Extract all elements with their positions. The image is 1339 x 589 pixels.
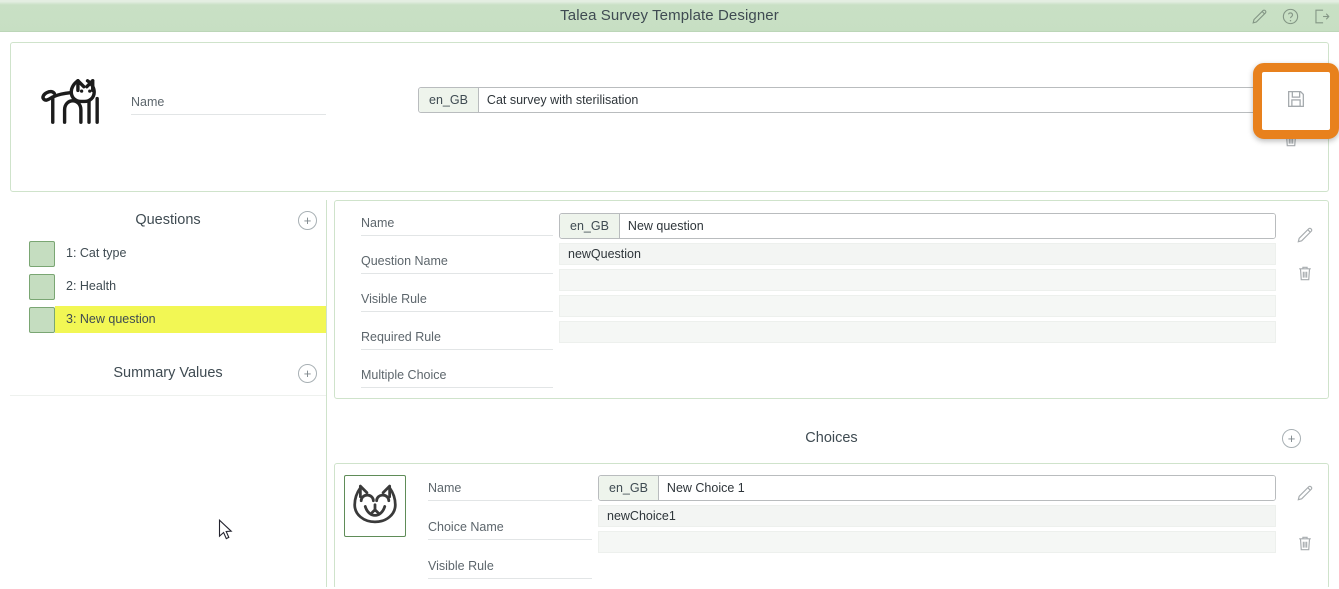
logout-icon[interactable] bbox=[1312, 7, 1331, 26]
cat-logo-icon bbox=[25, 55, 113, 142]
multiple-choice-value[interactable] bbox=[559, 321, 1276, 343]
questions-title: Questions bbox=[135, 212, 201, 228]
choice-1-actions bbox=[1282, 473, 1328, 579]
body-split: Questions + 1: Cat type 2: Health 3: New… bbox=[10, 200, 1329, 587]
survey-name-field-col: en_GB Cat survey with sterilisation bbox=[418, 87, 1258, 113]
choice-name-input[interactable]: en_GB New Choice 1 bbox=[598, 475, 1276, 501]
sidebar-item-question-2[interactable]: 2: Health bbox=[10, 273, 326, 300]
survey-name-input[interactable]: en_GB Cat survey with sterilisation bbox=[418, 87, 1258, 113]
choice-name-value[interactable]: New Choice 1 bbox=[658, 476, 1275, 500]
survey-name-value[interactable]: Cat survey with sterilisation bbox=[478, 88, 1257, 112]
page-title: Talea Survey Template Designer bbox=[560, 7, 779, 24]
summary-values-section-header: Summary Values + bbox=[10, 353, 326, 393]
summary-values-title: Summary Values bbox=[113, 365, 223, 381]
happy-cat-face-icon bbox=[349, 478, 401, 535]
choice-visible-rule-label: Visible Rule bbox=[428, 559, 592, 579]
question-name-label: Name bbox=[361, 216, 553, 236]
save-button[interactable] bbox=[1253, 63, 1339, 139]
trash-icon[interactable] bbox=[1295, 533, 1315, 553]
help-icon[interactable] bbox=[1281, 7, 1300, 26]
mouse-cursor bbox=[218, 518, 234, 542]
question-label[interactable]: 1: Cat type bbox=[55, 240, 326, 267]
question-panel: Name Question Name Visible Rule Required… bbox=[334, 200, 1329, 399]
choice-card-1: Name Choice Name Visible Rule en_GB New … bbox=[334, 463, 1329, 587]
choice-1-fields: en_GB New Choice 1 newChoice1 bbox=[592, 473, 1282, 579]
question-name-input[interactable]: en_GB New question bbox=[559, 213, 1276, 239]
choice-identifier-value[interactable]: newChoice1 bbox=[598, 505, 1276, 527]
sidebar-item-question-3[interactable]: 3: New question bbox=[10, 306, 326, 333]
add-choice-button[interactable]: + bbox=[1282, 428, 1301, 448]
survey-name-label-col: Name bbox=[131, 95, 326, 115]
add-question-button[interactable]: + bbox=[298, 210, 317, 230]
save-floppy-icon bbox=[1285, 88, 1307, 115]
choice-identifier-label: Choice Name bbox=[428, 520, 592, 540]
required-rule-label: Required Rule bbox=[361, 330, 553, 350]
locale-tag: en_GB bbox=[599, 476, 659, 500]
add-summary-value-button[interactable]: + bbox=[298, 363, 317, 383]
edit-pencil-icon[interactable] bbox=[1295, 225, 1315, 245]
question-color-swatch bbox=[29, 240, 55, 267]
questions-section-header: Questions + bbox=[10, 200, 326, 240]
multiple-choice-label: Multiple Choice bbox=[361, 368, 553, 388]
choice-name-label: Name bbox=[428, 481, 592, 501]
edit-pencil-icon[interactable] bbox=[1295, 483, 1315, 503]
question-identifier-value[interactable]: newQuestion bbox=[559, 243, 1276, 265]
question-label[interactable]: 2: Health bbox=[55, 273, 326, 300]
trash-icon[interactable] bbox=[1295, 263, 1315, 283]
required-rule-value[interactable] bbox=[559, 295, 1276, 317]
question-panel-actions bbox=[1282, 211, 1328, 388]
sidebar: Questions + 1: Cat type 2: Health 3: New… bbox=[10, 200, 327, 587]
survey-header-card: Name en_GB Cat survey with sterilisation bbox=[10, 42, 1329, 192]
questions-list: 1: Cat type 2: Health 3: New question bbox=[10, 240, 326, 333]
title-bar-icons bbox=[1250, 0, 1331, 32]
visible-rule-label: Visible Rule bbox=[361, 292, 553, 312]
choice-visible-rule-value[interactable] bbox=[598, 531, 1276, 553]
locale-tag: en_GB bbox=[419, 88, 479, 112]
choice-1-labels: Name Choice Name Visible Rule bbox=[406, 473, 592, 579]
question-panel-labels: Name Question Name Visible Rule Required… bbox=[335, 211, 553, 388]
question-color-swatch bbox=[29, 306, 55, 333]
edit-pencil-icon[interactable] bbox=[1250, 7, 1269, 26]
sidebar-item-question-1[interactable]: 1: Cat type bbox=[10, 240, 326, 267]
choice-icon-button[interactable] bbox=[344, 475, 406, 537]
locale-tag: en_GB bbox=[560, 214, 620, 238]
choices-section-header: Choices + bbox=[334, 413, 1329, 463]
question-color-swatch bbox=[29, 273, 55, 300]
title-bar: Talea Survey Template Designer bbox=[0, 0, 1339, 32]
summary-divider bbox=[10, 395, 326, 396]
survey-name-label: Name bbox=[131, 95, 326, 115]
choices-title: Choices bbox=[805, 430, 858, 446]
question-detail-column: Name Question Name Visible Rule Required… bbox=[327, 200, 1329, 587]
question-panel-fields: en_GB New question newQuestion bbox=[553, 211, 1282, 388]
visible-rule-value[interactable] bbox=[559, 269, 1276, 291]
question-identifier-label: Question Name bbox=[361, 254, 553, 274]
question-label[interactable]: 3: New question bbox=[55, 306, 326, 333]
question-name-value[interactable]: New question bbox=[619, 214, 1275, 238]
page-body: Name en_GB Cat survey with sterilisation bbox=[0, 32, 1339, 589]
